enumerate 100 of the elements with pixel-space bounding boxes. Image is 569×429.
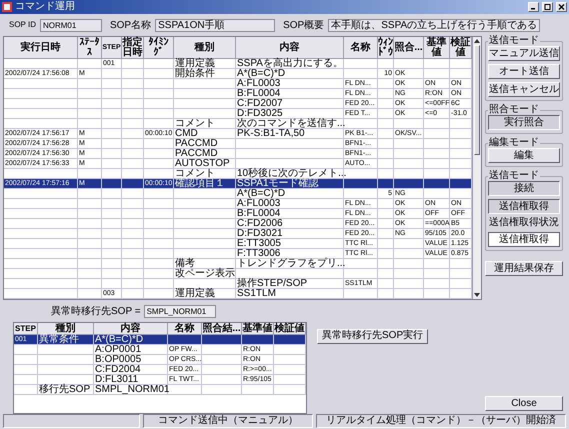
table-cell [102,249,122,259]
column-header[interactable]: 種別 [38,323,94,335]
connection-status: リアルタイム処理（コマンド）－（サーバ）開始済 [316,414,566,428]
minimize-button[interactable] [528,2,539,12]
column-header[interactable]: ｽﾃｰﾀｽ [78,37,102,59]
column-header[interactable]: 名称 [344,37,378,59]
column-header[interactable]: 名称 [168,323,202,335]
table-cell [174,79,236,89]
table-row[interactable]: コメント 次のコマンドを送信す... [4,119,472,129]
mode-button[interactable]: オート送信 [488,64,560,79]
maximize-button[interactable] [542,2,553,12]
table-cell [394,159,424,169]
field-label: 異常時移行先SOP = [51,304,141,318]
column-header[interactable]: 基準値 [424,37,450,59]
table-cell: C:FD2007 [236,99,344,109]
table-cell [144,119,174,129]
table-cell [344,119,378,129]
column-header[interactable]: 内容 [236,37,344,59]
scroll-down-icon[interactable] [473,291,481,299]
table-cell: 改ページ表示 [174,269,236,279]
table-cell [378,129,394,139]
mode-button[interactable]: 接続 [488,181,560,196]
mode-button[interactable]: 送信キャンセル [488,82,560,97]
table-row[interactable]: 備考 トレンドグラフをプリ... [4,259,472,269]
table-cell [174,229,236,239]
table-cell [78,279,102,289]
table-cell: A:OP0001 [94,345,168,355]
column-header[interactable]: ｳｨﾝﾄﾞｳ [378,37,394,59]
column-header[interactable]: STEP [14,323,38,335]
table-cell [174,99,236,109]
mode-button[interactable]: 送信権取得 [488,199,560,214]
column-header[interactable]: 種別 [174,37,236,59]
table-cell [394,239,424,249]
mode-button[interactable]: マニュアル送信 [488,46,560,61]
table-cell [242,385,274,395]
column-header[interactable]: 実行日時 [4,37,78,59]
table-cell [274,385,306,395]
column-header[interactable]: 検証値 [450,37,472,59]
scrollbar-thumb[interactable] [474,45,480,155]
column-header[interactable]: ﾀｲﾐﾝｸﾞ [144,37,174,59]
field-label: SOP ID [9,19,36,31]
mode-button[interactable]: 編集 [488,148,560,163]
table-cell [122,139,144,149]
table-cell: C:FD2006 [236,219,344,229]
table-cell [122,69,144,79]
table-cell [174,199,236,209]
table-cell [202,365,242,375]
column-header[interactable]: 指定日時 [122,37,144,59]
table-cell [202,375,242,385]
table-cell: 操作STEP/SOP [236,279,344,289]
sop-id-field[interactable]: NORM01 [40,18,102,32]
fallback-sop-field[interactable]: SMPL_NORM01 [144,304,216,318]
table-cell [378,159,394,169]
close-window-button[interactable]: Close [485,396,563,411]
column-header[interactable]: 検証値 [274,323,306,335]
group-title: 送信モード [488,36,540,46]
table-cell: トレンドグラフをプリ... [236,259,344,269]
table-cell [378,99,394,109]
table-cell [174,89,236,99]
table-cell [122,109,144,119]
close-button[interactable] [556,2,567,12]
table-cell: 移行先SOP [38,385,94,395]
table-cell [274,365,306,375]
table-row[interactable]: 改ページ表示 [4,269,472,279]
table-cell [102,229,122,239]
table-cell [378,199,394,209]
table-row[interactable]: 移行先SOP SMPL_NORM01 [14,385,306,395]
table-cell [174,239,236,249]
column-header[interactable]: 基準値 [242,323,274,335]
table-cell [102,259,122,269]
table-cell [174,109,236,119]
table-cell [78,289,102,299]
table-cell [14,355,38,365]
table-cell [78,59,102,69]
scrollbar[interactable] [472,37,481,299]
table-cell [38,345,94,355]
save-results-button[interactable]: 運用結果保存 [485,261,563,276]
run-fallback-button[interactable]: 異常時移行先SOP実行 [317,328,428,344]
table-cell [378,269,394,279]
table-cell [394,269,424,279]
table-cell [378,239,394,249]
table-cell: A:FL0003 [236,79,344,89]
sop-summary-field[interactable]: 本手順は、SSPAの立ち上げを行う手順である [328,18,540,32]
table-cell [78,219,102,229]
table-cell [122,149,144,159]
table-cell [102,279,122,289]
table-cell: A*(B=C)*D [236,69,344,79]
table-cell [174,279,236,289]
sop-name-field[interactable]: SSPA1ON手順 [155,18,276,32]
table-cell [394,249,424,259]
table-cell [144,79,174,89]
table-cell [424,139,450,149]
mode-button[interactable]: 実行照合 [488,115,560,130]
scroll-up-icon[interactable] [473,37,481,45]
table-cell [344,259,378,269]
column-header[interactable]: 内容 [94,323,168,335]
field-label: SOP概要 [283,18,324,32]
field-label: SOP名称 [110,18,152,32]
column-header[interactable]: 照合結... [202,323,242,335]
column-header[interactable]: 照合... [394,37,424,59]
